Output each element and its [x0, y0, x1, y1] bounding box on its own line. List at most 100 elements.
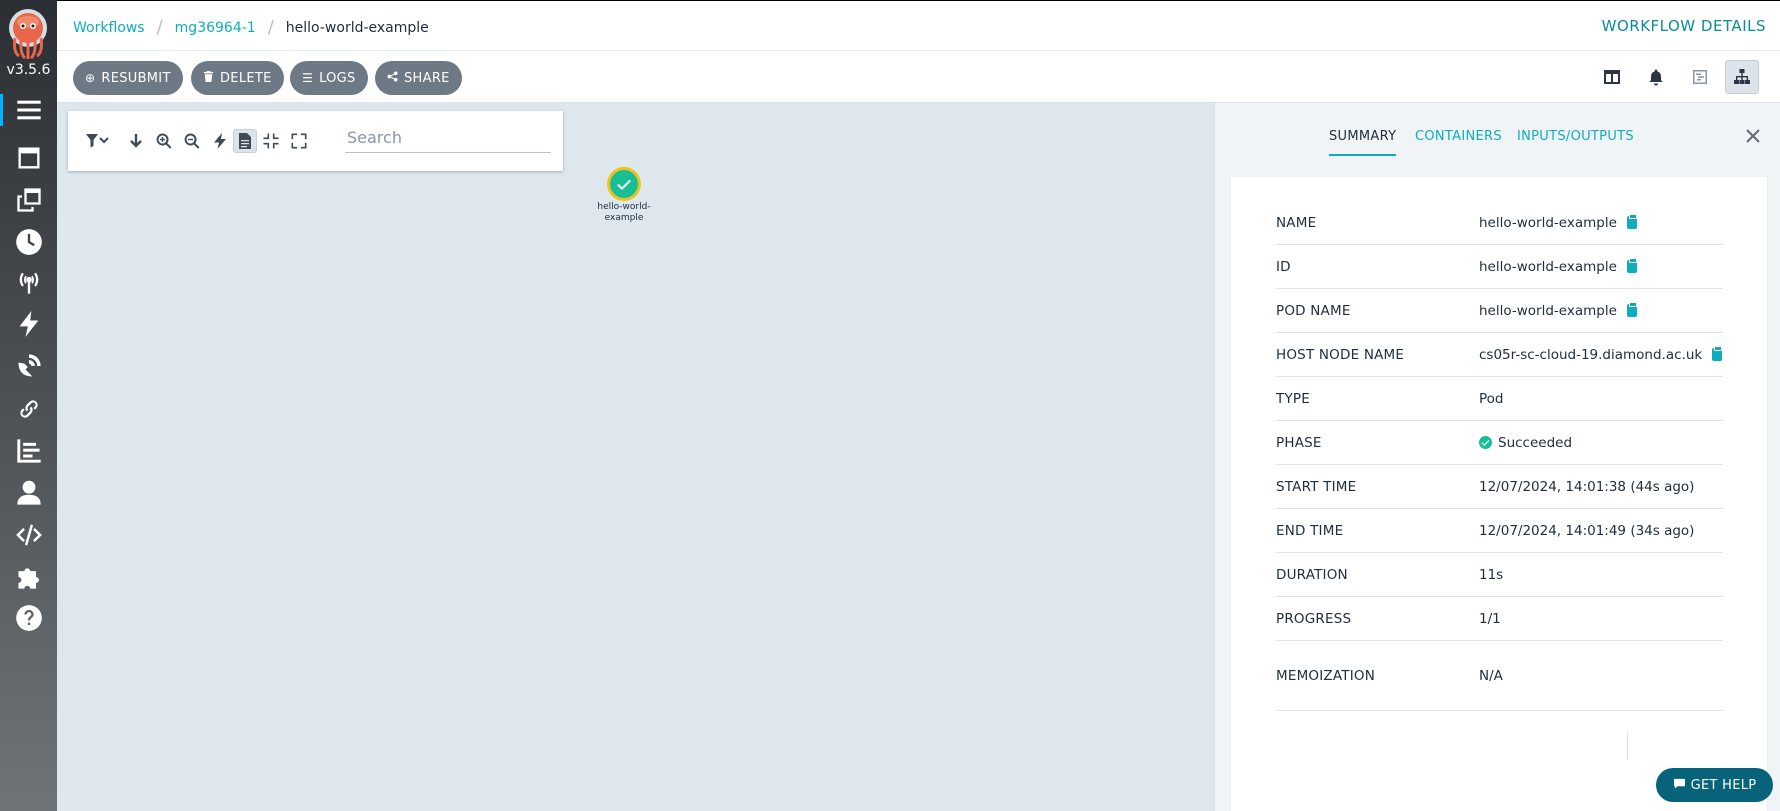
- breadcrumb-workflows[interactable]: Workflows: [73, 20, 145, 36]
- puzzle-icon: [18, 568, 39, 589]
- memoization-value: N/A: [1479, 667, 1503, 684]
- summary-row-name: NAME hello-world-example: [1276, 201, 1723, 245]
- workflow-graph[interactable]: hello-world-example: [57, 103, 1214, 811]
- row-label: HOST NODE NAME: [1276, 346, 1405, 363]
- expand-icon: [291, 133, 307, 149]
- events-button[interactable]: [1639, 60, 1673, 94]
- row-label: END TIME: [1276, 522, 1344, 539]
- expand-button[interactable]: [287, 129, 311, 153]
- name-value: hello-world-example: [1479, 214, 1617, 231]
- clipboard-icon[interactable]: [1626, 302, 1637, 317]
- graph-search-input[interactable]: [345, 123, 551, 153]
- breadcrumb-namespace[interactable]: mg36964-1: [175, 20, 256, 36]
- sidebar-item-event-flow[interactable]: [0, 346, 57, 386]
- collapse-button[interactable]: [259, 129, 283, 153]
- sidebar: v3.5.6: [0, 0, 57, 811]
- share-button[interactable]: SHARE: [375, 61, 462, 95]
- artifacts-toggle[interactable]: [233, 129, 257, 153]
- sidebar-item-plugins[interactable]: [0, 557, 57, 597]
- sidebar-item-workflows[interactable]: [0, 90, 57, 130]
- bolt-icon: [19, 311, 38, 337]
- success-icon: [1479, 436, 1492, 449]
- broadcast-icon: [19, 272, 38, 294]
- sidebar-item-event-sources[interactable]: [0, 262, 57, 302]
- graph-view-button[interactable]: [1725, 60, 1759, 94]
- breadcrumb-separator: /: [156, 17, 163, 38]
- code-icon: [15, 524, 42, 546]
- zoom-in-button[interactable]: [152, 129, 176, 153]
- host-node-value: cs05r-sc-cloud-19.diamond.ac.uk: [1479, 346, 1703, 363]
- argo-logo-icon[interactable]: [5, 8, 51, 60]
- zoom-out-button[interactable]: [180, 129, 204, 153]
- summary-row-end-time: END TIME 12/07/2024, 14:01:49 (34s ago): [1276, 509, 1723, 553]
- sidebar-item-api-docs[interactable]: [0, 515, 57, 555]
- start-time-value: 12/07/2024, 14:01:38 (44s ago): [1479, 478, 1695, 495]
- plus-circle-icon: ⊕: [85, 71, 96, 85]
- columns-icon: [1604, 70, 1620, 84]
- phase-value: Succeeded: [1498, 434, 1573, 451]
- breadcrumb: Workflows / mg36964-1 / hello-world-exam…: [73, 17, 429, 38]
- resubmit-label: RESUBMIT: [101, 70, 171, 86]
- logs-label: LOGS: [319, 70, 356, 86]
- top-bar: Workflows / mg36964-1 / hello-world-exam…: [57, 0, 1780, 51]
- row-label: PROGRESS: [1276, 610, 1352, 627]
- sidebar-item-user[interactable]: [0, 473, 57, 513]
- tab-inputs-outputs[interactable]: INPUTS/OUTPUTS: [1517, 129, 1634, 144]
- row-label: POD NAME: [1276, 302, 1351, 319]
- row-value: hello-world-example: [1479, 214, 1637, 231]
- link-icon: [19, 400, 38, 418]
- logs-button[interactable]: ☰ LOGS: [290, 61, 368, 95]
- get-help-button[interactable]: GET HELP: [1656, 768, 1773, 802]
- clipboard-icon[interactable]: [1712, 346, 1723, 361]
- sidebar-item-help[interactable]: [0, 598, 57, 638]
- clock-icon: [15, 229, 42, 255]
- resubmit-button[interactable]: ⊕ RESUBMIT: [73, 61, 183, 95]
- menu-icon: [16, 100, 41, 120]
- summary-row-memoization: MEMOIZATION N/A: [1276, 641, 1723, 711]
- filter-dropdown[interactable]: [82, 129, 114, 153]
- row-value: Succeeded: [1479, 435, 1572, 451]
- delete-button[interactable]: DELETE: [191, 61, 284, 95]
- row-label: DURATION: [1276, 566, 1348, 583]
- clipboard-icon[interactable]: [1626, 258, 1637, 273]
- timeline-view-button[interactable]: [1683, 60, 1717, 94]
- graph-toolbar: [68, 111, 563, 171]
- tab-summary[interactable]: SUMMARY: [1329, 129, 1397, 156]
- workflow-node-label: hello-world-example: [597, 202, 651, 223]
- close-panel-button[interactable]: [1742, 125, 1764, 147]
- split-view-button[interactable]: [1595, 60, 1629, 94]
- tab-containers[interactable]: CONTAINERS: [1415, 129, 1502, 144]
- duration-value: 11s: [1479, 566, 1504, 583]
- clipboard-icon[interactable]: [1626, 214, 1637, 229]
- bolt-icon: [214, 133, 226, 149]
- sitemap-icon: [1734, 69, 1750, 84]
- sidebar-item-sensors[interactable]: [0, 304, 57, 344]
- sidebar-item-reports[interactable]: [0, 431, 57, 471]
- memoization-divider: [1627, 732, 1628, 760]
- id-value: hello-world-example: [1479, 258, 1617, 275]
- compress-icon: [263, 133, 279, 149]
- row-label: ID: [1276, 258, 1291, 275]
- summary-row-duration: DURATION 11s: [1276, 553, 1723, 597]
- row-value: hello-world-example: [1479, 258, 1637, 275]
- fast-layout-button[interactable]: [208, 129, 232, 153]
- sidebar-item-workflow-templates[interactable]: [0, 138, 57, 178]
- sidebar-item-cluster-templates[interactable]: [0, 180, 57, 220]
- clone-icon: [16, 188, 41, 212]
- version-label: v3.5.6: [6, 62, 51, 78]
- trash-icon: [203, 71, 214, 85]
- summary-card: NAME hello-world-example ID hello-world-…: [1231, 177, 1767, 811]
- sidebar-item-cron-workflows[interactable]: [0, 222, 57, 262]
- summary-row-pod-name: POD NAME hello-world-example: [1276, 289, 1723, 333]
- question-circle-icon: [15, 605, 42, 631]
- workflow-node[interactable]: [607, 167, 641, 201]
- summary-row-start-time: START TIME 12/07/2024, 14:01:38 (44s ago…: [1276, 465, 1723, 509]
- list-icon: ☰: [302, 71, 314, 85]
- sidebar-item-archived[interactable]: [0, 389, 57, 429]
- filter-icon: [86, 134, 109, 148]
- get-help-label: GET HELP: [1690, 777, 1757, 793]
- details-panel: SUMMARY CONTAINERS INPUTS/OUTPUTS NAME h…: [1214, 103, 1780, 811]
- timeline-icon: [1693, 70, 1707, 84]
- download-button[interactable]: [124, 129, 148, 153]
- user-icon: [16, 480, 41, 505]
